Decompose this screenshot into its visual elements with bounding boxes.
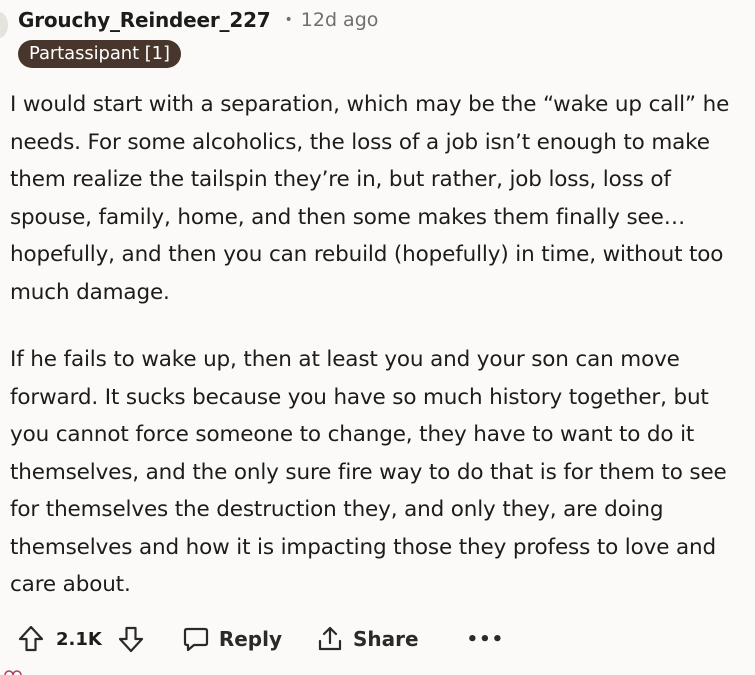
comment-paragraph: I would start with a separation, which m… [10, 92, 730, 305]
comment-paragraph: If he fails to wake up, then at least yo… [10, 347, 727, 597]
downvote-button[interactable] [114, 622, 148, 656]
share-label: Share [353, 627, 419, 651]
award-icon [4, 670, 22, 675]
ellipsis-icon: ••• [466, 628, 505, 650]
comment-bubble-icon [183, 627, 208, 652]
share-button[interactable]: Share [316, 625, 419, 653]
user-flair-badge: Partassipant [1] [18, 40, 181, 68]
comment-body: I would start with a separation, which m… [10, 86, 745, 604]
share-upload-icon [318, 626, 342, 651]
reply-button[interactable]: Reply [182, 625, 282, 653]
comment: Grouchy_Reindeer_227 • 12d ago Partassip… [0, 0, 755, 675]
username-link[interactable]: Grouchy_Reindeer_227 [18, 8, 271, 32]
comment-header: Grouchy_Reindeer_227 • 12d ago [18, 6, 378, 34]
reply-label: Reply [218, 627, 283, 651]
comment-action-bar: 2.1K Reply Share ••• [14, 619, 504, 659]
downvote-arrow-icon [118, 626, 143, 653]
more-options-button[interactable]: ••• [467, 629, 505, 650]
avatar[interactable] [0, 12, 8, 38]
upvote-arrow-icon [18, 625, 44, 652]
upvote-button[interactable] [14, 622, 48, 656]
vote-score: 2.1K [56, 628, 102, 650]
timestamp[interactable]: 12d ago [301, 9, 379, 31]
separator-dot: • [284, 12, 293, 28]
